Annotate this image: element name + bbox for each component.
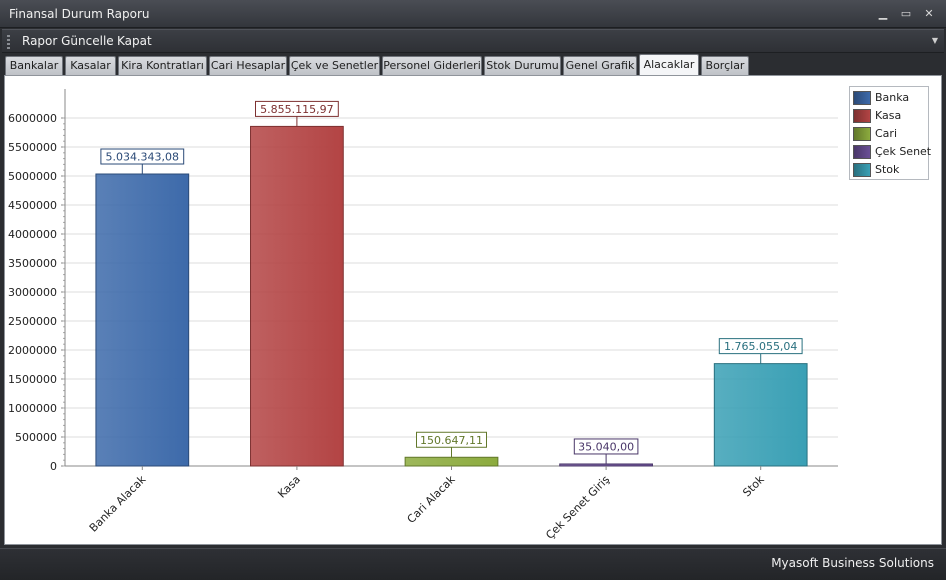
legend-swatch: [853, 145, 871, 159]
x-tick-label: Banka Alacak: [87, 472, 149, 534]
y-tick-label: 3500000: [8, 257, 57, 270]
x-tick-label: Cari Alacak: [405, 472, 458, 525]
x-tick-label: Çek Senet Giriş: [543, 473, 612, 542]
tab-kira-kontratlari[interactable]: Kira Kontratları: [118, 56, 207, 75]
bar: [559, 463, 653, 467]
tab-cari-hesaplar[interactable]: Cari Hesaplar: [209, 56, 287, 75]
title-bar: Finansal Durum Raporu ▁ ▭ ✕: [0, 0, 946, 28]
refresh-report-button[interactable]: Rapor Güncelle: [22, 34, 114, 48]
bar: [404, 456, 499, 467]
status-text: Myasoft Business Solutions: [771, 556, 934, 570]
tab-borclar[interactable]: Borçlar: [701, 56, 749, 75]
tab-stok-durumu[interactable]: Stok Durumu: [484, 56, 561, 75]
y-tick-label: 4500000: [8, 199, 57, 212]
legend-label: Çek Senet: [875, 145, 932, 158]
legend-swatch: [853, 163, 871, 177]
bar: [95, 173, 190, 467]
legend-label: Stok: [875, 163, 900, 176]
data-label: 150.647,11: [420, 434, 483, 447]
close-icon[interactable]: ✕: [921, 6, 937, 22]
y-tick-label: 1000000: [8, 402, 57, 415]
y-tick-label: 6000000: [8, 112, 57, 125]
toolbar: Rapor Güncelle Kapat ▼: [2, 29, 944, 53]
legend-label: Banka: [875, 91, 910, 104]
tab-alacaklar[interactable]: Alacaklar: [639, 54, 699, 75]
toolbar-dropdown-icon[interactable]: ▼: [932, 36, 938, 45]
y-tick-label: 0: [50, 460, 57, 473]
tab-bankalar[interactable]: Bankalar: [5, 56, 63, 75]
y-tick-label: 4000000: [8, 228, 57, 241]
y-tick-label: 500000: [15, 431, 57, 444]
tab-genel-grafik[interactable]: Genel Grafik: [563, 56, 637, 75]
data-label: 1.765.055,04: [724, 340, 797, 353]
legend-label: Kasa: [875, 109, 902, 122]
data-label: 5.855.115,97: [260, 103, 333, 116]
tab-kasalar[interactable]: Kasalar: [65, 56, 116, 75]
legend-swatch: [853, 127, 871, 141]
bar: [713, 363, 808, 467]
toolbar-grip-icon[interactable]: [7, 35, 10, 49]
data-label: 5.034.343,08: [106, 151, 179, 164]
x-tick-label: Stok: [740, 472, 767, 499]
legend-swatch: [853, 109, 871, 123]
close-button[interactable]: Kapat: [117, 34, 152, 48]
legend-label: Cari: [875, 127, 897, 140]
y-tick-label: 2000000: [8, 344, 57, 357]
minimize-icon[interactable]: ▁: [875, 6, 891, 22]
tab-cek-ve-senetler[interactable]: Çek ve Senetler: [289, 56, 380, 75]
bar: [250, 125, 344, 467]
y-tick-label: 5500000: [8, 141, 57, 154]
data-label: 35.040,00: [578, 440, 634, 453]
x-tick-label: Kasa: [275, 473, 303, 501]
tab-strip: Bankalar Kasalar Kira Kontratları Cari H…: [2, 54, 944, 75]
chart-panel: 0 500000 1000000 1500000 2000000 2500000 30000…: [4, 75, 942, 545]
y-tick-label: 5000000: [8, 170, 57, 183]
maximize-icon[interactable]: ▭: [898, 6, 914, 22]
window-title: Finansal Durum Raporu: [9, 7, 150, 21]
status-bar: Myasoft Business Solutions: [0, 548, 946, 580]
y-tick-label: 2500000: [8, 315, 57, 328]
legend-swatch: [853, 91, 871, 105]
tab-personel-giderleri[interactable]: Personel Giderleri: [382, 56, 482, 75]
bar-chart: 0 500000 1000000 1500000 2000000 2500000 30000…: [8, 89, 838, 542]
y-tick-label: 1500000: [8, 373, 57, 386]
y-tick-label: 3000000: [8, 286, 57, 299]
chart-legend: Banka Kasa Cari Çek Senet Stok: [849, 86, 932, 180]
